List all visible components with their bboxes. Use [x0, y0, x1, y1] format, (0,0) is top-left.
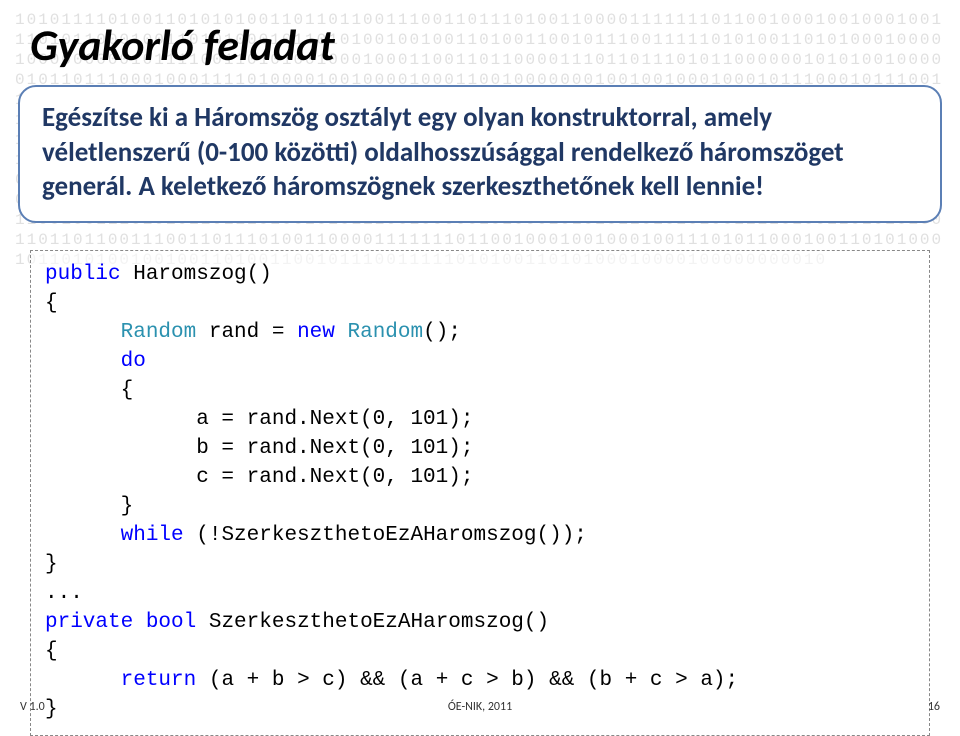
code-text [45, 669, 121, 692]
code-block: public Haromszog() { Random rand = new R… [30, 250, 930, 736]
type-random: Random [121, 321, 197, 344]
code-text: SzerkeszthetoEzAHaromszog() [196, 611, 549, 634]
keyword-bool: bool [146, 611, 196, 634]
keyword-do: do [121, 350, 146, 373]
code-text [45, 321, 121, 344]
type-random: Random [348, 321, 424, 344]
keyword-public: public [45, 263, 121, 286]
code-text: { [45, 292, 58, 315]
code-text [133, 611, 146, 634]
code-text [335, 321, 348, 344]
code-text: b = rand.Next(0, 101); [45, 437, 473, 460]
version-label: V 1.0 [20, 700, 45, 714]
code-text: } [45, 553, 58, 576]
page-number: 16 [928, 700, 940, 714]
keyword-new: new [297, 321, 335, 344]
instruction-text: Egészítse ki a Háromszög osztályt egy ol… [42, 101, 918, 205]
code-text [45, 350, 121, 373]
instruction-box: Egészítse ki a Háromszög osztályt egy ol… [18, 85, 942, 223]
footer: V 1.0 ÓE-NIK, 2011 16 [0, 700, 960, 714]
keyword-while: while [121, 524, 184, 547]
slide-title: Gyakorló feladat [30, 18, 335, 72]
code-text: { [45, 640, 58, 663]
code-text: } [45, 495, 133, 518]
code-text: c = rand.Next(0, 101); [45, 466, 473, 489]
code-text: (!SzerkeszthetoEzAHaromszog()); [184, 524, 587, 547]
keyword-private: private [45, 611, 133, 634]
code-text: (); [423, 321, 461, 344]
footer-center: ÓE-NIK, 2011 [448, 700, 512, 714]
code-text: Haromszog() [121, 263, 272, 286]
code-text: { [45, 379, 133, 402]
code-text: ... [45, 582, 83, 605]
code-text: (a + b > c) && (a + c > b) && (b + c > a… [196, 669, 738, 692]
code-text: a = rand.Next(0, 101); [45, 408, 473, 431]
code-text: rand = [196, 321, 297, 344]
keyword-return: return [121, 669, 197, 692]
code-text [45, 524, 121, 547]
